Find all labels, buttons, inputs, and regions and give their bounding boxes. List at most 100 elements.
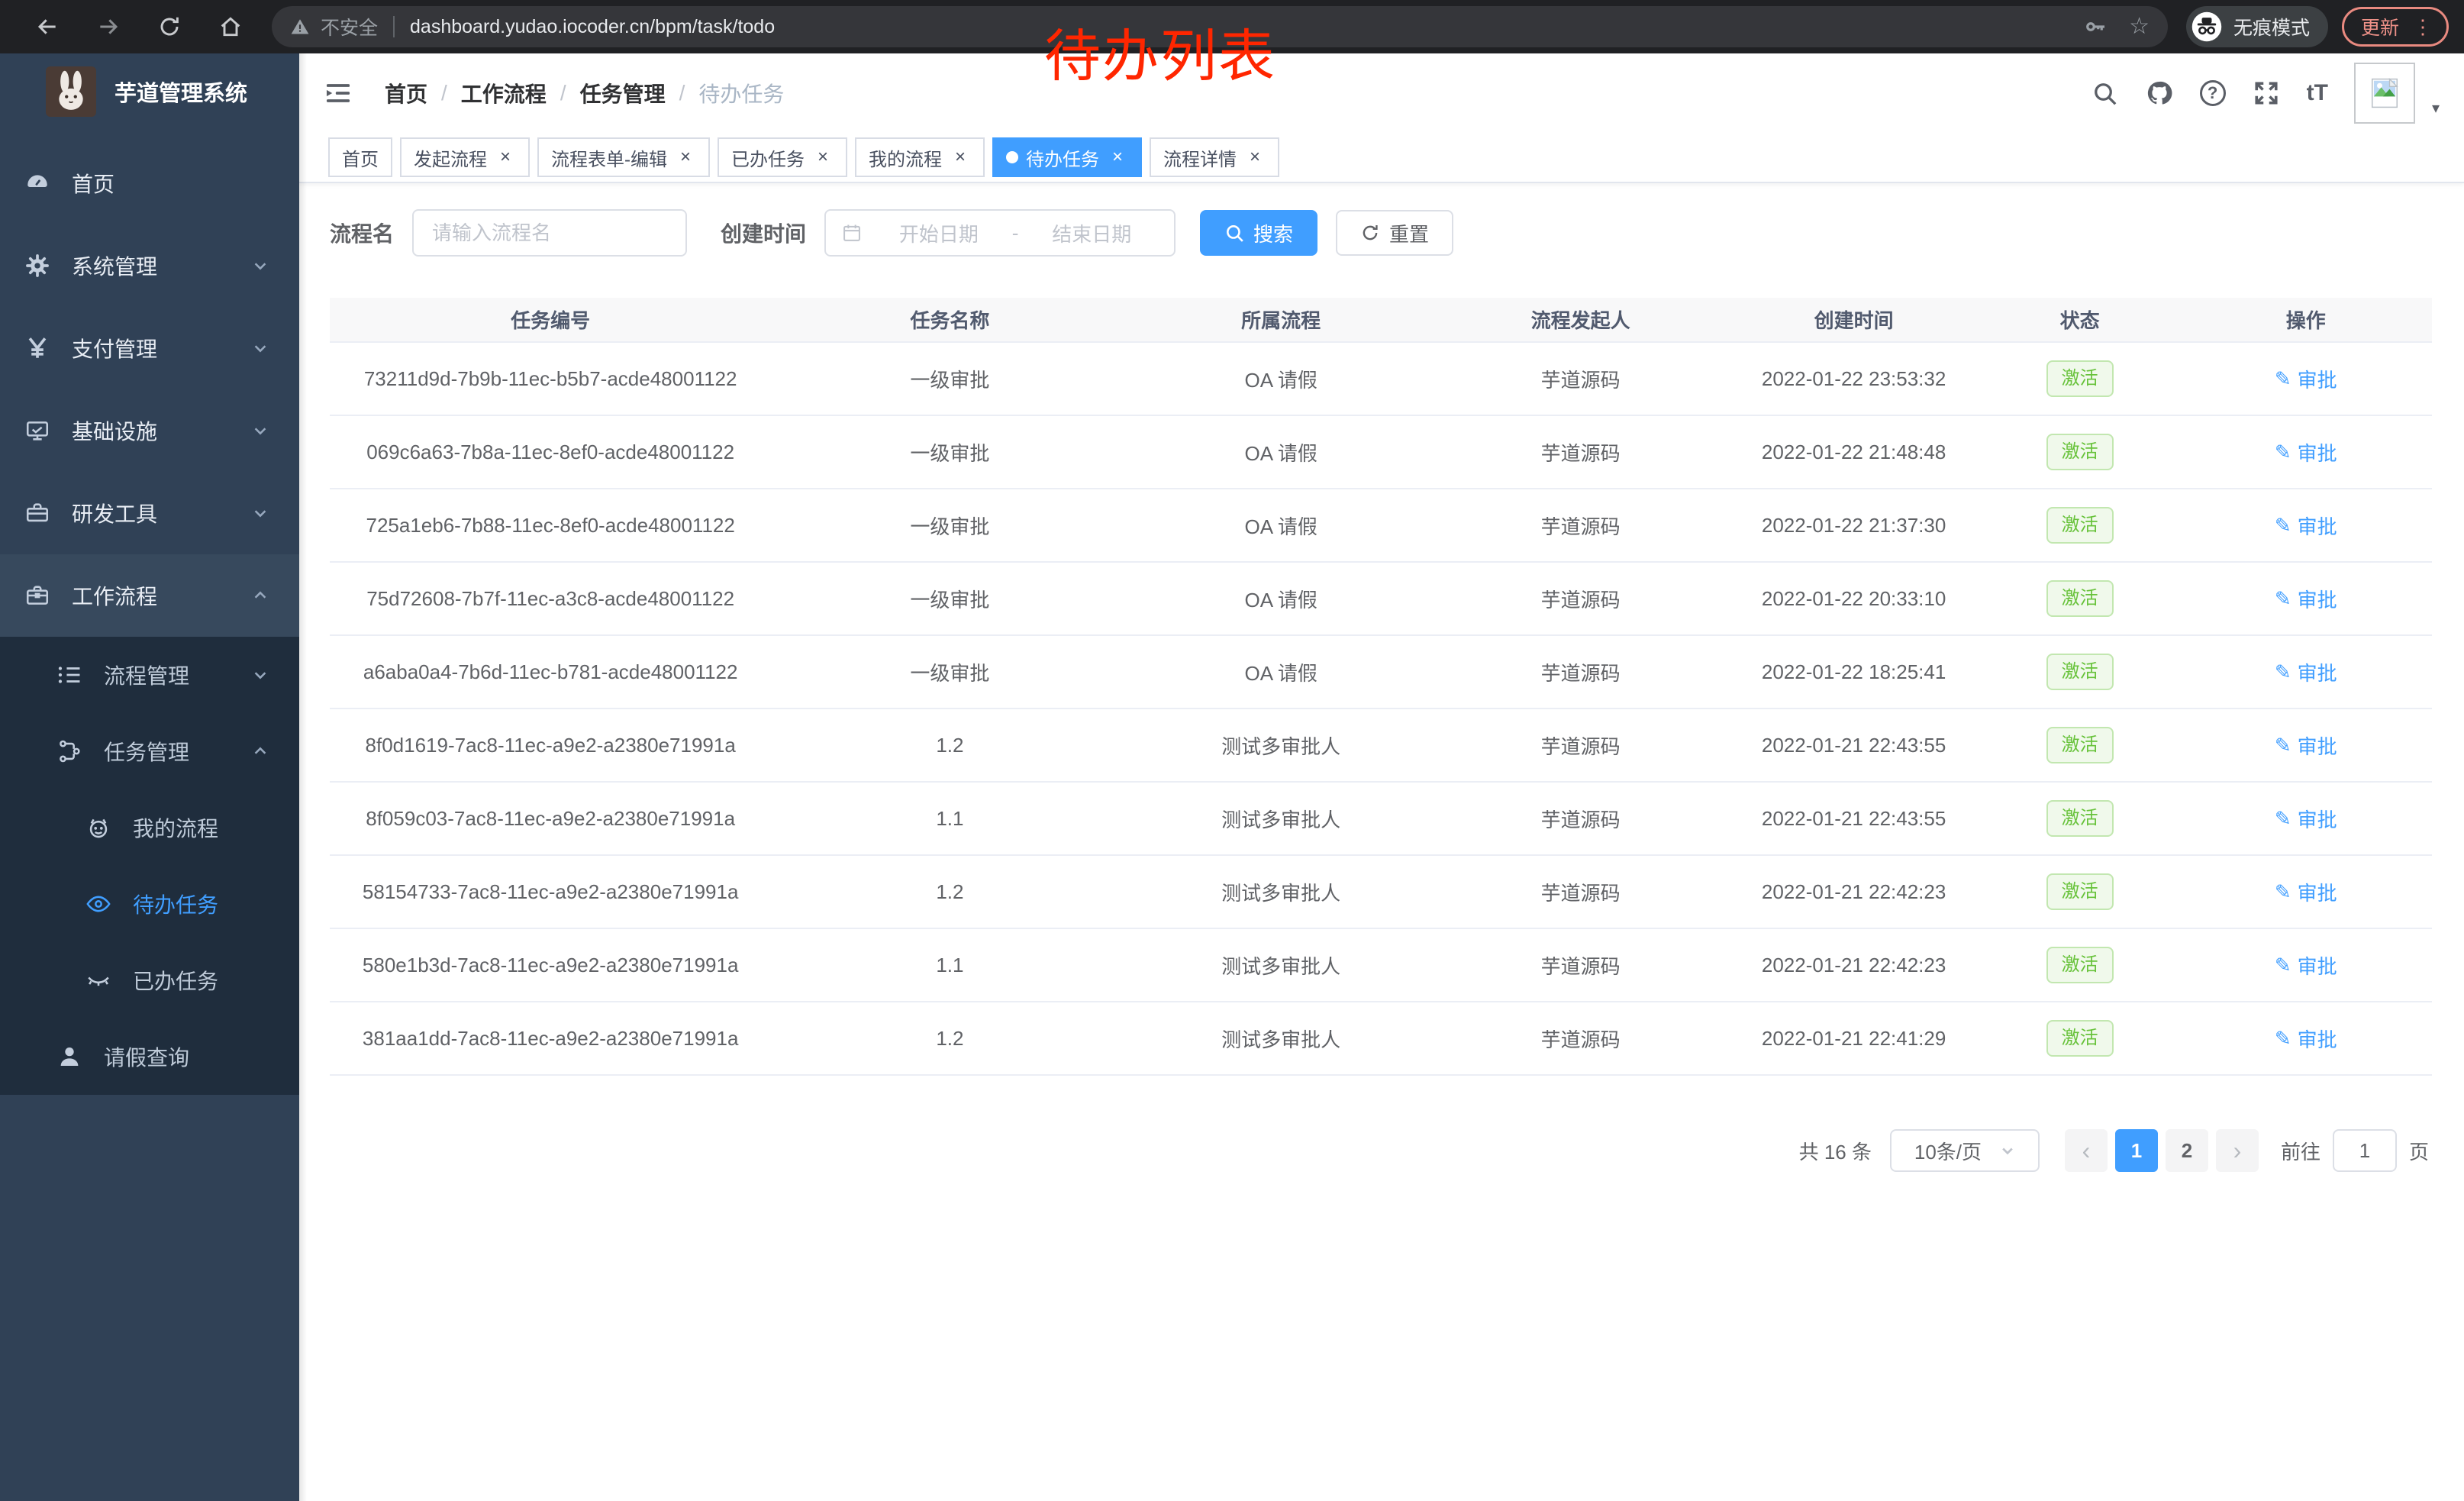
tab[interactable]: 待办任务 × — [992, 137, 1142, 177]
approve-link[interactable]: ✎审批 — [2275, 805, 2337, 833]
approve-link[interactable]: ✎审批 — [2275, 658, 2337, 686]
approve-link[interactable]: ✎审批 — [2275, 512, 2337, 540]
cell-status: 激活 — [1980, 562, 2180, 635]
url-text[interactable]: dashboard.yudao.iocoder.cn/bpm/task/todo — [410, 16, 775, 38]
sidebar-item-my-process[interactable]: 我的流程 — [0, 789, 299, 866]
cell-process: 测试多审批人 — [1129, 855, 1434, 928]
date-range-picker[interactable]: 开始日期 - 结束日期 — [824, 209, 1176, 257]
fullscreen-icon[interactable] — [2252, 79, 2281, 108]
reload-icon[interactable] — [156, 13, 183, 40]
top-navbar: 首页 / 工作流程 / 任务管理 / 待办任务 ? tT — [299, 53, 2464, 133]
cell-create-time: 2022-01-21 22:43:55 — [1727, 709, 1979, 782]
cell-starter: 芋道源码 — [1434, 782, 1728, 855]
breadcrumb-home[interactable]: 首页 — [385, 78, 427, 108]
approve-link[interactable]: ✎审批 — [2275, 731, 2337, 760]
cell-process: OA 请假 — [1129, 415, 1434, 489]
next-page-button[interactable]: › — [2216, 1129, 2259, 1172]
tab[interactable]: 已办任务 × — [718, 137, 847, 177]
tab-close-icon[interactable]: × — [1107, 147, 1128, 168]
tab-close-icon[interactable]: × — [495, 147, 516, 168]
status-badge: 激活 — [2046, 654, 2114, 690]
sidebar-logo-row[interactable]: 芋道管理系统 — [0, 53, 299, 130]
breadcrumb-task-mgmt[interactable]: 任务管理 — [580, 78, 666, 108]
approve-label: 审批 — [2298, 805, 2337, 833]
cell-process: 测试多审批人 — [1129, 709, 1434, 782]
sidebar-item-leave-query[interactable]: 请假查询 — [0, 1018, 299, 1095]
incognito-badge: 无痕模式 — [2186, 6, 2328, 47]
tab-close-icon[interactable]: × — [1244, 147, 1266, 168]
tab-close-icon[interactable]: × — [675, 147, 696, 168]
page-button-2[interactable]: 2 — [2166, 1129, 2208, 1172]
process-name-label: 流程名 — [330, 218, 394, 248]
password-key-icon[interactable] — [2083, 15, 2108, 39]
avatar[interactable] — [2354, 63, 2415, 124]
status-badge: 激活 — [2046, 580, 2114, 617]
page-button-1[interactable]: 1 — [2115, 1129, 2158, 1172]
cell-task-id: 381aa1dd-7ac8-11ec-a9e2-a2380e71991a — [330, 1002, 771, 1075]
column-header: 操作 — [2179, 298, 2432, 342]
sidebar-item-system[interactable]: 系统管理 — [0, 224, 299, 307]
search-icon[interactable] — [2090, 79, 2119, 108]
page-size-select[interactable]: 10条/页 — [1890, 1129, 2040, 1172]
security-label[interactable]: 不安全 — [321, 13, 378, 40]
sidebar-item-label: 流程管理 — [104, 660, 189, 690]
sidebar-collapse-icon[interactable] — [324, 79, 353, 108]
approve-link[interactable]: ✎审批 — [2275, 1025, 2337, 1053]
tab[interactable]: 发起流程 × — [400, 137, 530, 177]
approve-link[interactable]: ✎审批 — [2275, 878, 2337, 906]
tab[interactable]: 首页 — [328, 137, 392, 177]
tab[interactable]: 流程详情 × — [1150, 137, 1279, 177]
url-divider — [393, 16, 395, 37]
back-icon[interactable] — [34, 13, 61, 40]
prev-page-button[interactable]: ‹ — [2065, 1129, 2108, 1172]
github-icon[interactable] — [2145, 79, 2174, 108]
process-name-input[interactable] — [412, 209, 687, 257]
approve-link[interactable]: ✎审批 — [2275, 365, 2337, 393]
avatar-caret-icon[interactable]: ▾ — [2432, 98, 2440, 124]
approve-label: 审批 — [2298, 365, 2337, 393]
search-button[interactable]: 搜索 — [1200, 210, 1317, 256]
broken-image-icon — [2365, 73, 2404, 113]
forward-icon[interactable] — [95, 13, 122, 40]
bookmark-star-icon[interactable]: ☆ — [2129, 15, 2150, 38]
approve-link[interactable]: ✎审批 — [2275, 585, 2337, 613]
font-size-icon[interactable]: tT — [2307, 80, 2328, 106]
sidebar-item-label: 支付管理 — [72, 333, 157, 363]
sidebar-item-devtools[interactable]: 研发工具 — [0, 472, 299, 554]
page-size-value: 10条/页 — [1914, 1137, 1982, 1165]
sidebar-item-done-tasks[interactable]: 已办任务 — [0, 942, 299, 1018]
tab[interactable]: 流程表单-编辑 × — [537, 137, 710, 177]
column-header: 任务名称 — [771, 298, 1128, 342]
breadcrumb-separator: / — [679, 81, 685, 105]
start-date-placeholder[interactable]: 开始日期 — [872, 219, 1006, 247]
reset-button[interactable]: 重置 — [1336, 210, 1453, 256]
home-icon[interactable] — [217, 13, 244, 40]
browser-menu-icon[interactable]: ⋮ — [2413, 15, 2433, 39]
cell-starter: 芋道源码 — [1434, 928, 1728, 1002]
goto-label: 前往 — [2281, 1137, 2320, 1165]
sidebar-item-task-mgmt[interactable]: 任务管理 — [0, 713, 299, 789]
sidebar-item-workflow[interactable]: 工作流程 — [0, 554, 299, 637]
sidebar-item-payment[interactable]: 支付管理 — [0, 307, 299, 389]
breadcrumb-workflow[interactable]: 工作流程 — [461, 78, 547, 108]
help-icon[interactable]: ? — [2200, 80, 2226, 106]
cell-process: OA 请假 — [1129, 489, 1434, 562]
table-header-row: 任务编号任务名称所属流程流程发起人创建时间状态操作 — [330, 298, 2432, 342]
tags-view: 首页 发起流程 × 流程表单-编辑 × 已办任务 × 我的流程 × 待办任务 ×… — [299, 133, 2464, 183]
tab-close-icon[interactable]: × — [950, 147, 971, 168]
tab-label: 流程表单-编辑 — [551, 144, 667, 171]
cell-action: ✎审批 — [2179, 562, 2432, 635]
approve-link[interactable]: ✎审批 — [2275, 438, 2337, 466]
end-date-placeholder[interactable]: 结束日期 — [1024, 219, 1159, 247]
sidebar-item-process-mgmt[interactable]: 流程管理 — [0, 637, 299, 713]
browser-update-button[interactable]: 更新 ⋮ — [2342, 7, 2449, 47]
sidebar-item-home[interactable]: 首页 — [0, 142, 299, 224]
sidebar-item-infra[interactable]: 基础设施 — [0, 389, 299, 472]
goto-page-input[interactable] — [2333, 1129, 2397, 1172]
tab[interactable]: 我的流程 × — [855, 137, 985, 177]
tab-close-icon[interactable]: × — [812, 147, 834, 168]
sidebar-item-todo-tasks[interactable]: 待办任务 — [0, 866, 299, 942]
approve-link[interactable]: ✎审批 — [2275, 951, 2337, 980]
update-label[interactable]: 更新 — [2361, 13, 2399, 40]
cell-status: 激活 — [1980, 782, 2180, 855]
